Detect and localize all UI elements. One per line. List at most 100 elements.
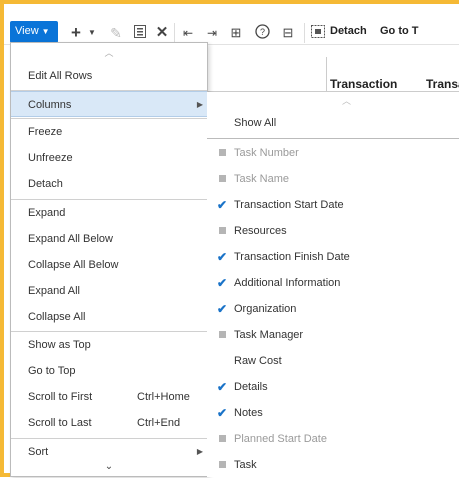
scroll-down-icon[interactable]: ⌄ (11, 461, 207, 472)
submenu-item-label: Show All (234, 117, 277, 129)
column-divider (326, 57, 327, 91)
menu-item-label: Expand All Below (28, 233, 113, 245)
menu-item-label: Sort (28, 446, 49, 458)
menu-item-show-as-top[interactable]: Show as Top (11, 332, 207, 358)
table-header: Transaction Transa (208, 45, 459, 92)
checkmark-icon: ✔ (216, 250, 228, 264)
menu-item-label: Expand All (28, 285, 80, 297)
checkmark-icon: ✔ (216, 302, 228, 316)
outdent-icon[interactable]: ⇥ (204, 24, 220, 42)
submenu-item-label: Transaction Finish Date (234, 251, 350, 263)
menu-item-detach[interactable]: Detach (11, 171, 207, 197)
menu-item-columns[interactable]: Columns ▶ (11, 91, 207, 117)
edit-pencil-icon[interactable]: ✎ (108, 24, 124, 42)
submenu-item-resources[interactable]: Resources (207, 218, 459, 244)
toolbar-divider (174, 23, 175, 43)
menu-item-scroll-to-last[interactable]: Scroll to Last Ctrl+End (11, 410, 207, 436)
column-header[interactable]: Transa (426, 77, 459, 91)
menu-item-expand-all[interactable]: Expand All (11, 278, 207, 304)
checkmark-icon: ✔ (216, 406, 228, 420)
submenu-item-label: Notes (234, 407, 263, 419)
menu-item-label: Collapse All Below (28, 259, 119, 271)
submenu-item-task[interactable]: Task (207, 452, 459, 478)
submenu-item-raw-cost[interactable]: Raw Cost (207, 348, 459, 374)
menu-item-label: Collapse All (28, 311, 86, 323)
menu-item-go-to-top[interactable]: Go to Top (11, 358, 207, 384)
shortcut-text: Ctrl+Home (137, 391, 190, 403)
menu-item-label: Scroll to Last (28, 417, 92, 429)
menu-item-label: Expand (28, 207, 66, 219)
submenu-item-task-manager[interactable]: Task Manager (207, 322, 459, 348)
submenu-item-label: Task Name (234, 173, 290, 185)
submenu-item-label: Additional Information (234, 277, 341, 289)
menu-item-label: Go to Top (28, 365, 76, 377)
split-icon[interactable]: ⊞ (228, 24, 244, 42)
caret-down-icon: ▼ (41, 27, 50, 36)
detach-icon[interactable] (310, 24, 326, 42)
submenu-item-organization[interactable]: ✔ Organization (207, 296, 459, 322)
menu-item-label: Edit All Rows (28, 70, 93, 82)
submenu-item-notes[interactable]: ✔ Notes (207, 400, 459, 426)
submenu-item-label: Details (234, 381, 268, 393)
detach-button[interactable]: Detach (330, 25, 367, 37)
checkmark-icon: ✔ (216, 198, 228, 212)
column-header[interactable]: Transaction (330, 77, 397, 91)
menu-item-edit-all-rows[interactable]: Edit All Rows (11, 63, 207, 89)
shortcut-text: Ctrl+End (137, 417, 181, 429)
menu-item-expand-all-below[interactable]: Expand All Below (11, 226, 207, 252)
list-icon[interactable] (132, 24, 148, 42)
menu-item-freeze[interactable]: Freeze (11, 119, 207, 145)
checkmark-icon: ✔ (216, 380, 228, 394)
unchecked-box-icon (216, 452, 228, 478)
submenu-item-label: Raw Cost (234, 355, 282, 367)
toolbar: View ▼ + ▼ ✎ ✕ ⇤ ⇥ ⊞ ? ⊟ Detach Go to T (4, 4, 459, 45)
submenu-item-label: Task (234, 459, 257, 471)
menu-item-expand[interactable]: Expand (11, 200, 207, 226)
add-dropdown-icon[interactable]: ▼ (86, 24, 98, 42)
submenu-item-label: Resources (234, 225, 287, 237)
disabled-box-icon (216, 140, 228, 166)
submenu-item-label: Planned Start Date (234, 433, 327, 445)
help-icon[interactable]: ? (254, 24, 270, 42)
menu-item-label: Unfreeze (28, 152, 73, 164)
submenu-arrow-icon: ▶ (196, 100, 203, 109)
submenu-item-details[interactable]: ✔ Details (207, 374, 459, 400)
submenu-item-label: Transaction Start Date (234, 199, 344, 211)
submenu-divider (207, 138, 459, 139)
submenu-item-task-number[interactable]: Task Number (207, 140, 459, 166)
menu-item-label: Detach (28, 178, 63, 190)
unchecked-box-icon (216, 322, 228, 348)
submenu-item-transaction-finish-date[interactable]: ✔ Transaction Finish Date (207, 244, 459, 270)
menu-item-label: Scroll to First (28, 391, 93, 403)
submenu-item-label: Task Manager (234, 329, 304, 341)
toolbar-divider (304, 23, 305, 43)
menu-item-label: Show as Top (28, 339, 91, 351)
svg-text:?: ? (259, 27, 264, 37)
submenu-item-transaction-start-date[interactable]: ✔ Transaction Start Date (207, 192, 459, 218)
submenu-item-additional-information[interactable]: ✔ Additional Information (207, 270, 459, 296)
submenu-item-label: Task Number (234, 147, 299, 159)
goto-button[interactable]: Go to T (380, 25, 419, 37)
view-button-label: View (15, 25, 39, 37)
view-menu: ︿ Edit All Rows Columns ▶ Freeze Unfreeze… (10, 42, 208, 477)
indent-icon[interactable]: ⇤ (180, 24, 196, 42)
disabled-box-icon (216, 426, 228, 452)
menu-item-unfreeze[interactable]: Unfreeze (11, 145, 207, 171)
add-icon[interactable]: + (68, 24, 84, 42)
menu-item-collapse-all[interactable]: Collapse All (11, 304, 207, 330)
submenu-item-planned-start-date[interactable]: Planned Start Date (207, 426, 459, 452)
submenu-item-show-all[interactable]: Show All (207, 110, 459, 136)
submenu-item-label: Organization (234, 303, 297, 315)
delete-icon[interactable]: ✕ (154, 24, 170, 42)
submenu-item-task-name[interactable]: Task Name (207, 166, 459, 192)
unchecked-box-icon (216, 218, 228, 244)
checkmark-icon: ✔ (216, 276, 228, 290)
menu-item-collapse-all-below[interactable]: Collapse All Below (11, 252, 207, 278)
freeze-icon[interactable]: ⊟ (280, 24, 296, 42)
menu-item-scroll-to-first[interactable]: Scroll to First Ctrl+Home (11, 384, 207, 410)
scroll-up-icon[interactable]: ︿ (342, 94, 351, 107)
menu-item-label: Columns (28, 99, 72, 111)
view-menu-button[interactable]: View ▼ (10, 21, 58, 43)
columns-submenu: ︿ Show All Task Number Task Name ✔ Transa… (207, 92, 459, 477)
scroll-up-icon[interactable]: ︿ (11, 46, 207, 59)
